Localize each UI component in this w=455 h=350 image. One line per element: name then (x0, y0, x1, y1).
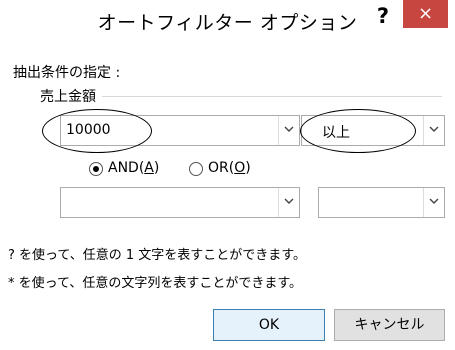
condition1-operator-combo[interactable]: 以上 (301, 115, 445, 146)
condition1-operator-dropdown[interactable] (423, 116, 444, 145)
chevron-down-icon (429, 198, 439, 204)
condition1-operator-text: 以上 (322, 125, 350, 141)
close-button[interactable]: × (403, 0, 448, 28)
help-button[interactable]: ? (370, 2, 396, 30)
wildcard-help-question: ? を使って、任意の 1 文字を表すことができます。 (8, 248, 306, 263)
or-radio[interactable] (189, 162, 203, 176)
condition1-value-dropdown[interactable] (278, 116, 299, 145)
radio-selected-dot (93, 166, 99, 172)
logic-radio-group: AND(A) OR(O) (0, 160, 455, 180)
and-radio-label[interactable]: AND(A) (108, 160, 159, 176)
criteria-section-label: 抽出条件の指定 : (13, 65, 121, 81)
chevron-down-icon (284, 198, 294, 204)
field-name-label: 売上金額 (40, 86, 102, 106)
close-icon: × (417, 3, 434, 24)
and-radio[interactable] (89, 162, 103, 176)
ok-button[interactable]: OK (213, 309, 325, 341)
condition2-value-dropdown[interactable] (278, 188, 299, 217)
or-radio-label[interactable]: OR(O) (208, 160, 251, 176)
chevron-down-icon (284, 126, 294, 132)
condition1-value-combo[interactable]: 10000 (60, 115, 300, 146)
condition2-value-combo[interactable] (60, 187, 300, 218)
condition2-operator-combo[interactable] (318, 187, 445, 218)
condition2-operator-dropdown[interactable] (423, 188, 444, 217)
chevron-down-icon (429, 126, 439, 132)
wildcard-help-asterisk: * を使って、任意の文字列を表すことができます。 (8, 276, 303, 291)
cancel-button[interactable]: キャンセル (334, 309, 445, 341)
autofilter-options-dialog: オートフィルター オプション ? × 抽出条件の指定 : 売上金額 10000 … (0, 0, 455, 350)
title-bar: オートフィルター オプション ? × (0, 0, 455, 49)
condition1-value-text[interactable]: 10000 (66, 122, 111, 138)
